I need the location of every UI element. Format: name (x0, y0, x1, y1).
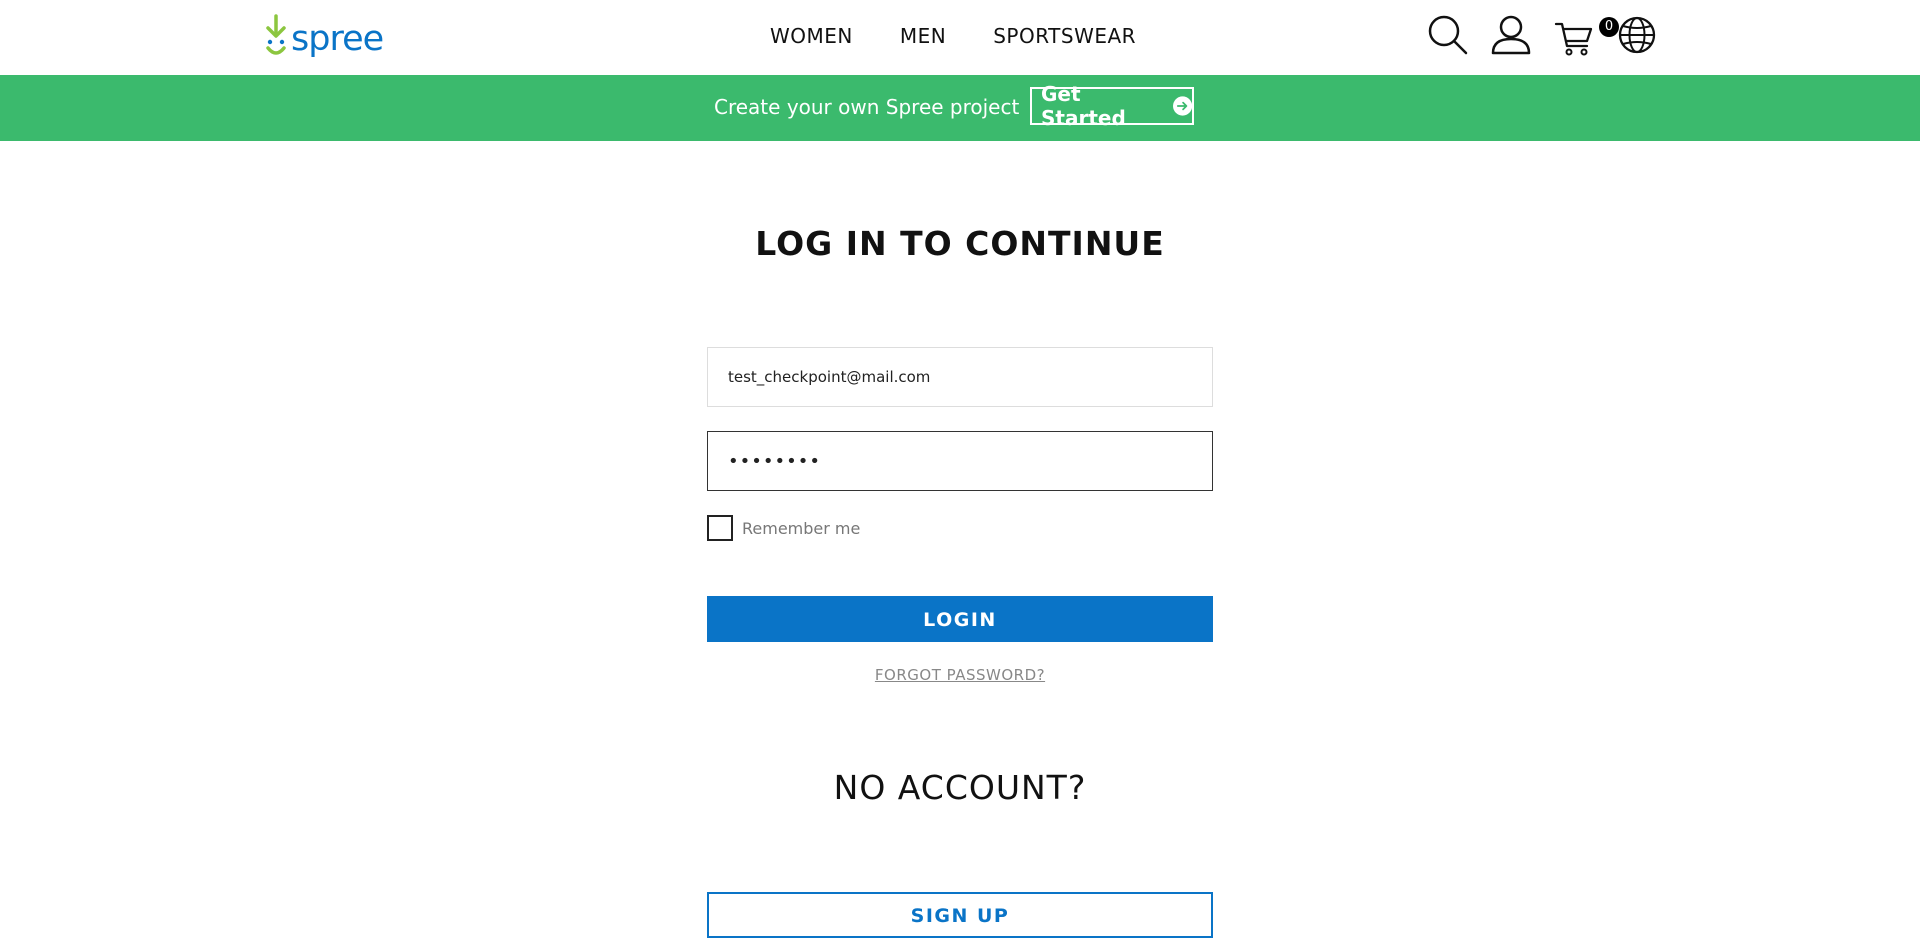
search-button[interactable] (1427, 14, 1469, 56)
no-account-title: NO ACCOUNT? (833, 768, 1087, 807)
promo-banner: Create your own Spree project Get Starte… (0, 75, 1920, 141)
main-nav: WOMEN MEN SPORTSWEAR (770, 24, 1183, 48)
cart-icon (1554, 22, 1593, 56)
remember-me-control[interactable]: Remember me (707, 515, 860, 541)
spree-sprout-icon (266, 14, 286, 55)
get-started-button[interactable]: Get Started (1030, 82, 1194, 130)
search-icon (1428, 15, 1468, 55)
nav-item-sportswear[interactable]: SPORTSWEAR (993, 24, 1136, 48)
password-field[interactable] (707, 431, 1213, 491)
promo-text: Create your own Spree project (714, 95, 1020, 119)
login-button[interactable]: LOGIN (707, 596, 1213, 642)
nav-item-women[interactable]: WOMEN (770, 24, 853, 48)
cart-button[interactable]: 0 (1553, 14, 1619, 56)
get-started-label: Get Started (1041, 82, 1126, 130)
arrow-right-circle-icon (1172, 96, 1192, 116)
remember-me-label: Remember me (742, 518, 861, 538)
account-button[interactable] (1490, 14, 1532, 56)
site-header: spree WOMEN MEN SPORTSWEAR 0 (0, 0, 1920, 75)
forgot-password-row: FORGOT PASSWORD? (0, 665, 1920, 684)
globe-icon (1618, 16, 1656, 54)
sign-up-button[interactable]: SIGN UP (707, 892, 1213, 938)
login-title: LOG IN TO CONTINUE (755, 224, 1165, 263)
forgot-password-link[interactable]: FORGOT PASSWORD? (875, 666, 1045, 684)
spree-logo-link[interactable]: spree (264, 14, 384, 60)
user-icon (1491, 15, 1531, 55)
logo-wordmark: spree (291, 19, 384, 59)
nav-item-men[interactable]: MEN (900, 24, 946, 48)
remember-me-checkbox[interactable] (707, 515, 733, 541)
email-field[interactable] (707, 347, 1213, 407)
locale-button[interactable] (1616, 14, 1658, 56)
